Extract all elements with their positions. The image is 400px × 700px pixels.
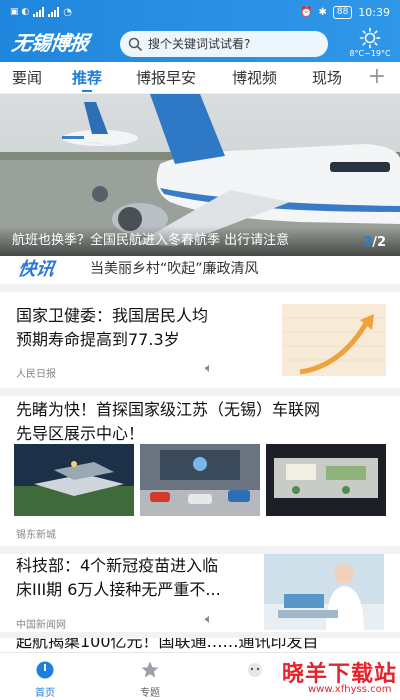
flash-news-ticker[interactable]: 快讯 当美丽乡村“吹起”廉政清风	[0, 256, 400, 284]
flash-news-badge: 快讯	[16, 259, 56, 280]
exhibition-hall-image	[140, 444, 260, 516]
sheep-icon	[248, 663, 262, 677]
news-thumbnail	[282, 304, 386, 376]
home-icon	[36, 661, 54, 679]
news-card-partial[interactable]: 起航揭橥100亿元！国联通……通讯印发目	[0, 638, 400, 652]
app-header: 无锡博报 8°C~19°C	[0, 24, 400, 62]
carousel-current: 2	[363, 235, 373, 250]
signal-icon-2	[48, 7, 60, 17]
news-title-line: 国家卫健委：我国居民人均	[16, 306, 209, 325]
news-title-line: 预期寿命提高到77.3岁	[16, 330, 180, 349]
nav-topics-label: 专题	[140, 688, 160, 699]
carousel-total: /2	[372, 235, 386, 250]
news-thumbnail	[14, 444, 134, 516]
news-card[interactable]: 先睹为快！首探国家级江苏（无锡）车联网 先导区展示中心！ 锡东新城	[0, 396, 400, 546]
alarm-icon: ⏰	[300, 6, 313, 18]
bluetooth-icon: ✱	[318, 6, 327, 18]
search-input[interactable]	[148, 37, 318, 51]
speaker-icon[interactable]: 🔈︎	[205, 612, 213, 627]
news-title-line: 床III期 6万人接种无严重不...	[16, 580, 221, 599]
status-right: ⏰ ✱ 88 10:39	[300, 5, 390, 19]
aerial-city-image	[14, 444, 134, 516]
tab-scene[interactable]: 现场	[312, 62, 342, 94]
news-source: 人民日报	[16, 369, 56, 380]
hero-carousel[interactable]: 航班也换季？全国民航进入冬春航季 出行请注意 2/2	[0, 94, 400, 256]
status-bar: ▣ ◐ ◔ ⏰ ✱ 88 10:39	[0, 0, 400, 24]
nav-extra[interactable]	[225, 653, 285, 700]
wifi-icon: ◔	[63, 6, 72, 18]
nav-home[interactable]: 首页	[15, 653, 75, 700]
sun-icon	[359, 27, 381, 49]
news-source: 中国新闻网	[16, 620, 66, 631]
tab-morning[interactable]: 博报早安	[136, 62, 196, 94]
news-card[interactable]: 国家卫健委：我国居民人均 预期寿命提高到77.3岁 人民日报 🔈︎	[0, 292, 400, 388]
tab-video[interactable]: 博视频	[232, 62, 277, 94]
news-source: 锡东新城	[16, 530, 56, 541]
nav-topics[interactable]: 专题	[120, 653, 180, 700]
signal-icon	[33, 7, 45, 17]
battery-indicator: 88	[332, 5, 353, 19]
news-thumbnail	[266, 444, 386, 516]
weather-temperature: 8°C~19°C	[349, 49, 391, 58]
channel-tabs: 要闻 推荐 博报早安 博视频 现场 +	[0, 62, 400, 94]
news-title-line: 先睹为快！首探国家级江苏（无锡）车联网	[16, 400, 321, 419]
search-icon	[128, 37, 142, 51]
nav-home-label: 首页	[35, 688, 55, 699]
hero-title[interactable]: 航班也换季？全国民航进入冬春航季 出行请注意	[12, 226, 324, 256]
add-channel-button[interactable]: +	[368, 62, 386, 94]
site-watermark: 晓羊下载站 www.xfhyss.com	[280, 652, 400, 700]
search-bar[interactable]	[120, 31, 328, 57]
news-title[interactable]: 先睹为快！首探国家级江苏（无锡）车联网 先导区展示中心！	[16, 398, 320, 446]
news-title[interactable]: 起航揭橥100亿元！国联通……通讯印发目	[16, 638, 319, 652]
news-title-line: 科技部：4个新冠疫苗进入临	[16, 556, 219, 575]
tab-recommend[interactable]: 推荐	[72, 62, 102, 94]
notification-icons: ▣ ◐	[10, 7, 30, 17]
news-title-line: 先导区展示中心！	[16, 424, 145, 443]
news-card[interactable]: 科技部：4个新冠疫苗进入临 床III期 6万人接种无严重不... 中国新闻网 🔈…	[0, 554, 400, 632]
carousel-indicator: 2/2	[363, 235, 386, 250]
news-thumbnail	[140, 444, 260, 516]
model-display-image	[266, 444, 386, 516]
watermark-url: www.xfhyss.com	[308, 684, 392, 695]
star-icon	[141, 661, 159, 678]
clock: 10:39	[358, 5, 390, 19]
lab-researcher-image	[264, 554, 384, 630]
news-title[interactable]: 国家卫健委：我国居民人均 预期寿命提高到77.3岁	[16, 304, 208, 352]
news-thumbnail	[264, 554, 384, 630]
status-left: ▣ ◐ ◔	[10, 7, 72, 18]
tab-yaowen[interactable]: 要闻	[12, 62, 42, 94]
app-logo[interactable]: 无锡博报	[10, 30, 102, 56]
weather-widget[interactable]: 8°C~19°C	[344, 26, 396, 60]
speaker-icon[interactable]: 🔈︎	[205, 361, 213, 376]
flash-news-text[interactable]: 当美丽乡村“吹起”廉政清风	[90, 256, 259, 284]
news-title[interactable]: 科技部：4个新冠疫苗进入临 床III期 6万人接种无严重不...	[16, 554, 221, 602]
chart-thumbnail-image	[282, 304, 386, 376]
hero-caption[interactable]: 航班也换季？全国民航进入冬春航季 出行请注意	[0, 226, 400, 256]
